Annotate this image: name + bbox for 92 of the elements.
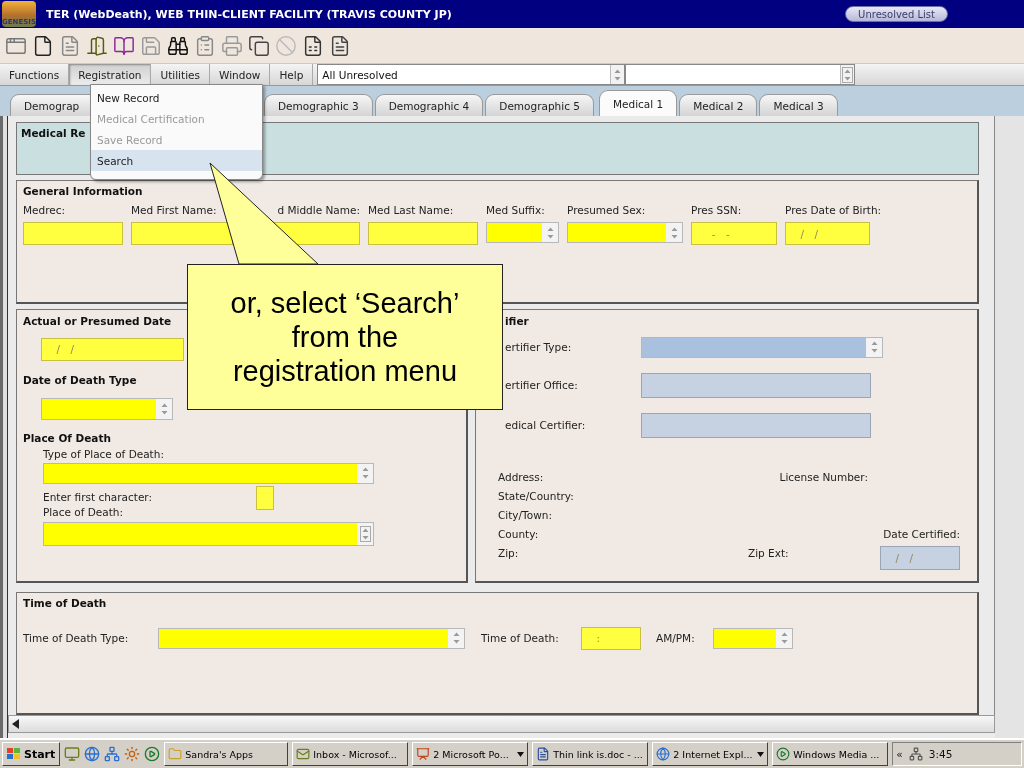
filter-dropdown[interactable]: All Unresolved (317, 64, 626, 85)
input-field[interactable]: __/__/____ (880, 545, 960, 570)
input-field[interactable] (368, 222, 478, 245)
tab[interactable]: Demographic 4 (374, 94, 484, 116)
dropdown-field[interactable] (625, 64, 856, 85)
field-label: Med Last Name: (368, 204, 454, 216)
desktop-icon[interactable] (64, 746, 81, 762)
field-label: City/Town: (498, 509, 553, 521)
input-field[interactable]: __/__/____ (41, 337, 184, 361)
horizontal-scrollbar[interactable] (8, 715, 995, 733)
field-label: Pres Date of Birth: (785, 204, 882, 216)
dropdown-field[interactable] (41, 397, 173, 420)
field-label: Med Suffix: (486, 204, 545, 216)
play-icon (776, 747, 791, 761)
menu-item[interactable]: New Record (91, 87, 262, 108)
input-field[interactable] (641, 412, 871, 438)
mail-icon (296, 747, 311, 761)
network-icon[interactable] (104, 746, 121, 762)
taskbar-button[interactable]: 2 Microsoft Po... (412, 742, 529, 766)
network-icon[interactable] (908, 747, 923, 761)
field-label: Place of Death: (43, 505, 123, 518)
globe-icon[interactable] (84, 746, 101, 762)
spinner-icon (359, 525, 371, 542)
caret-icon (517, 751, 525, 757)
tab[interactable]: Demographic 3 (264, 94, 373, 116)
section-title: Time of Death (23, 596, 108, 609)
taskbar-button[interactable]: Sandra's Apps (164, 742, 289, 766)
tray-toggle[interactable]: « (896, 748, 903, 760)
field-label: Zip: (498, 547, 520, 559)
input-field[interactable]: ___-__-____ (691, 222, 777, 245)
slides-icon (416, 747, 431, 761)
field-label: License Number: (779, 471, 868, 483)
field-label: Time of Death Type: (23, 632, 130, 644)
input-field[interactable] (23, 222, 123, 245)
sun-icon[interactable] (124, 746, 141, 762)
menu-item[interactable]: Registration (69, 64, 152, 85)
play-icon[interactable] (144, 746, 161, 762)
left-arrow-icon[interactable] (12, 719, 20, 729)
field-label: Address: (498, 471, 545, 483)
field-label: Medrec: (23, 204, 66, 216)
window-title: TER (WebDeath), WEB THIN-CLIENT FACILITY (TRAVIS COUNTY JP) (46, 7, 453, 21)
windows-flag-icon (7, 748, 21, 760)
section-title: ifier (505, 314, 530, 327)
start-button[interactable]: Start (2, 742, 61, 766)
menu-item[interactable]: Search (91, 150, 262, 171)
taskbar-button[interactable]: 2 Internet Expl... (652, 742, 769, 766)
field-label: Time of Death: (481, 632, 560, 644)
dropdown-field[interactable] (641, 336, 883, 358)
menu-item[interactable]: Help (270, 64, 314, 85)
tab[interactable]: Medical 1 (598, 90, 678, 116)
field-label: Presumed Sex: (567, 204, 646, 216)
dropdown-field[interactable] (486, 222, 559, 243)
caret-icon (757, 751, 765, 757)
field-label: Date Certified: (883, 528, 960, 540)
taskbar-button[interactable]: Thin link is.doc - ... (532, 742, 649, 766)
section-title: Actual or Presumed Date (23, 314, 173, 327)
tab[interactable]: Medical 3 (759, 94, 838, 116)
input-field[interactable]: __:__ (581, 626, 641, 650)
field-label: ertifier Type: (505, 341, 573, 353)
section-title: General Information (23, 185, 144, 197)
taskbar-button[interactable]: Inbox - Microsof... (292, 742, 409, 766)
dropdown-field[interactable] (43, 462, 374, 484)
section-title: Medical Re (21, 127, 86, 139)
field-label: Med First Name: (131, 204, 217, 216)
field-label: Pres SSN: (691, 204, 742, 216)
spinner-icon (842, 66, 854, 83)
clock: 3:45 (928, 748, 953, 760)
dropdown-field[interactable] (713, 627, 793, 649)
input-field[interactable]: __/__/____ (785, 222, 870, 245)
globe-icon (656, 747, 671, 761)
dropdown-field[interactable] (158, 627, 465, 649)
field-label: Zip Ext: (748, 547, 790, 559)
field-label: edical Certifier: (505, 419, 587, 431)
tab[interactable]: Medical 2 (679, 94, 758, 116)
field-label: AM/PM: (656, 632, 696, 644)
input-field[interactable] (131, 222, 233, 245)
field-label: ertifier Office: (505, 379, 579, 391)
field-label: State/Country: (498, 490, 575, 502)
taskbar-button[interactable]: Windows Media ... (772, 742, 889, 766)
field-label: d Middle Name: (277, 204, 360, 216)
input-field[interactable] (641, 372, 871, 398)
field-label: County: (498, 528, 540, 540)
field-label: Type of Place of Death: (43, 447, 164, 460)
unresolved-list-button[interactable]: Unresolved List (845, 6, 948, 22)
field-label: Enter first character: (43, 490, 153, 503)
section-title: Date of Death Type (23, 373, 137, 386)
tab[interactable]: Demographic 5 (485, 94, 594, 116)
dropdown-field[interactable] (567, 222, 683, 243)
folder-icon (168, 747, 183, 761)
dropdown-field[interactable] (43, 521, 374, 546)
input-field[interactable] (256, 485, 274, 510)
section-title: Place Of Death (23, 431, 111, 444)
